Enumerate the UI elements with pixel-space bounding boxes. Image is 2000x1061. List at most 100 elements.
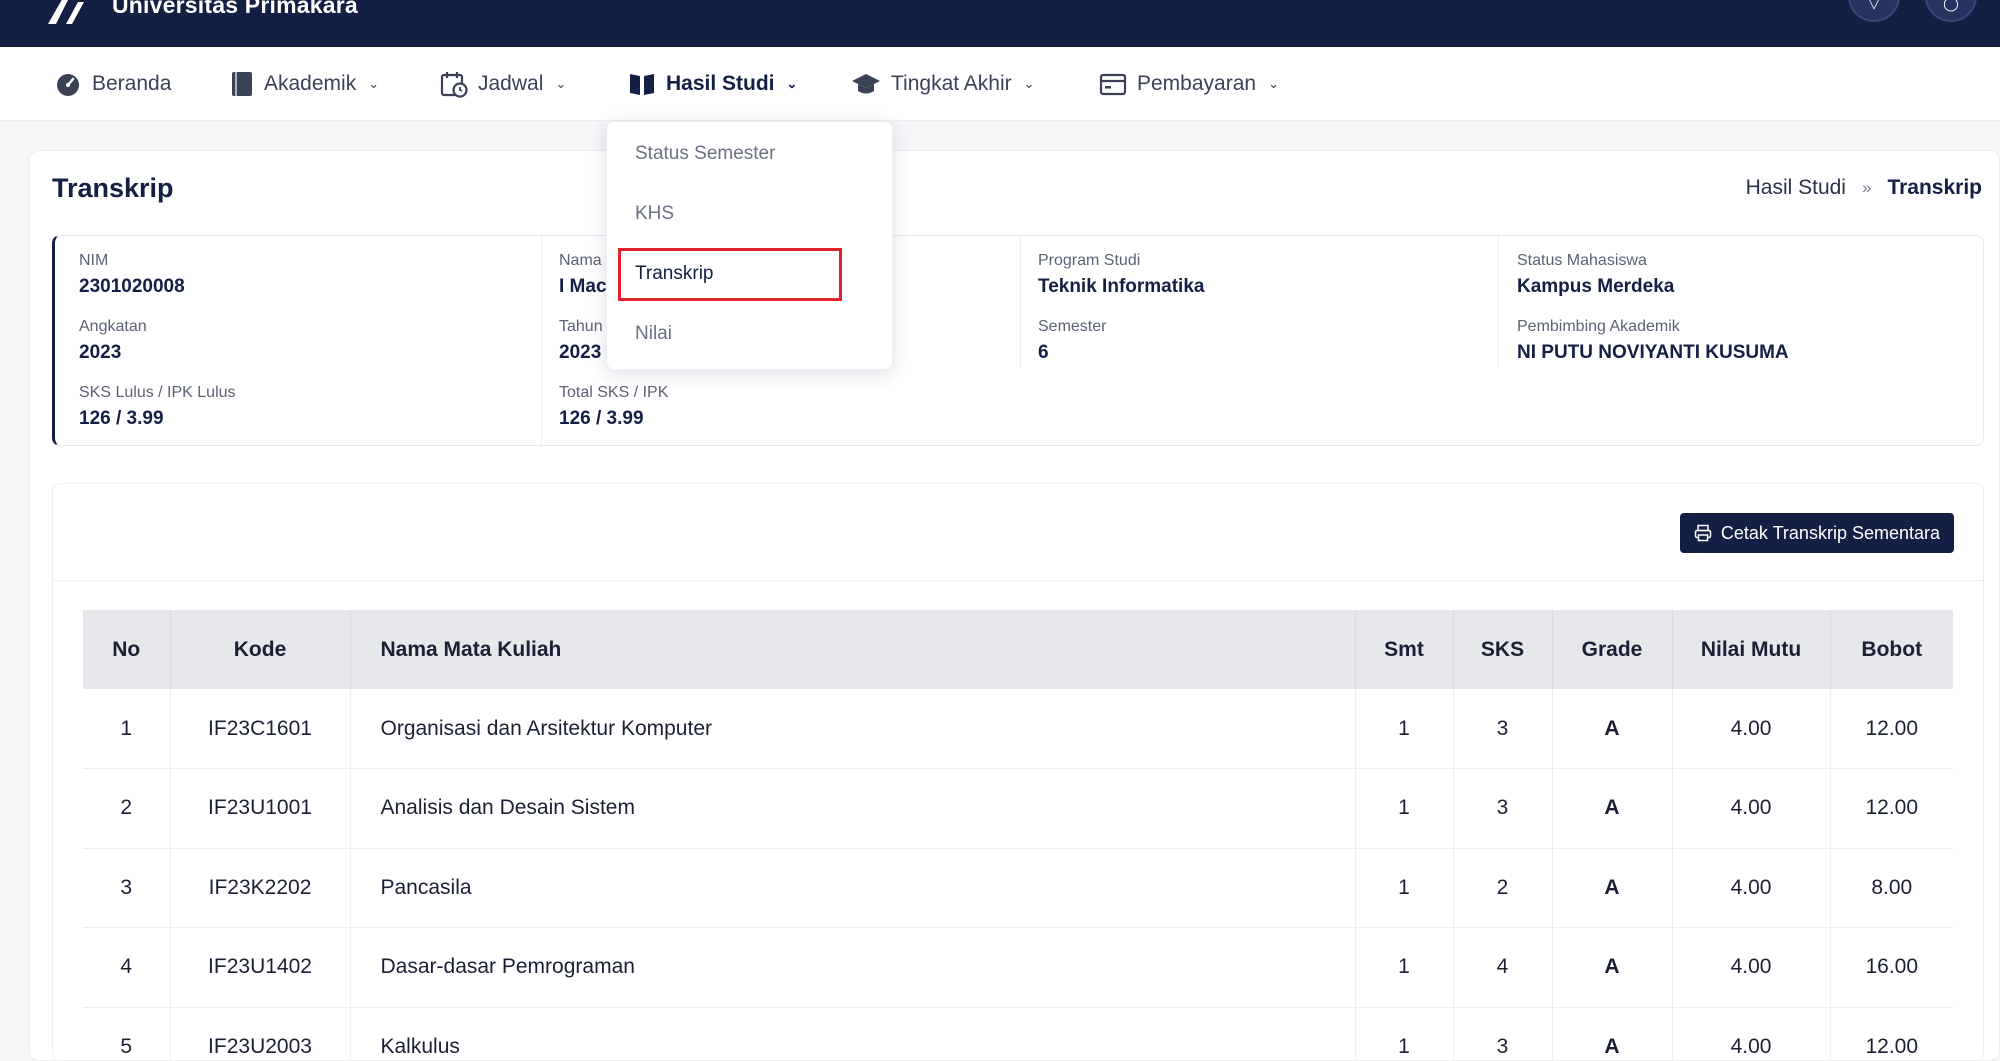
cell-nama: Dasar-dasar Pemrograman: [350, 927, 1356, 1008]
table-row: 1 IF23C1601 Organisasi dan Arsitektur Ko…: [83, 689, 1953, 769]
table-row: 3 IF23K2202 Pancasila 1 2 A 4.00 8.00: [83, 848, 1953, 928]
cell-sks: 2: [1453, 848, 1553, 928]
cell-bobot: 8.00: [1830, 848, 1953, 928]
nav-item-jadwal[interactable]: Jadwal ⌄: [440, 47, 566, 121]
cell-smt: 1: [1355, 768, 1454, 849]
dropdown-item-status-semester[interactable]: Status Semester: [635, 143, 775, 165]
nav-label: Beranda: [92, 72, 172, 95]
column-header-sks: SKS: [1453, 610, 1553, 689]
chevron-down-icon: ⌄: [786, 76, 798, 91]
nav-item-tingkat-akhir[interactable]: Tingkat Akhir ⌄: [851, 47, 1035, 121]
nav-label: Akademik: [264, 72, 357, 95]
cell-nama: Kalkulus: [350, 1007, 1356, 1061]
table-header-row: No Kode Nama Mata Kuliah Smt SKS Grade N…: [83, 610, 1953, 689]
cell-smt: 1: [1355, 927, 1454, 1008]
cell-grade: A: [1552, 1007, 1673, 1061]
cell-nilai-mutu: 4.00: [1672, 768, 1831, 849]
selection-highlight-box: [618, 248, 842, 301]
dropdown-item-khs[interactable]: KHS: [635, 203, 674, 225]
cell-kode: IF23U2003: [170, 1007, 351, 1061]
transcript-table: No Kode Nama Mata Kuliah Smt SKS Grade N…: [83, 610, 1953, 1061]
cell-grade: A: [1552, 927, 1673, 1008]
cell-kode: IF23U1001: [170, 768, 351, 849]
user-menu-button[interactable]: ◯: [1925, 0, 1977, 22]
cell-smt: 1: [1355, 848, 1454, 928]
cell-sks: 4: [1453, 927, 1553, 1008]
dashboard-icon: [57, 74, 79, 96]
user-icon: ◯: [1943, 0, 1959, 11]
nav-item-pembayaran[interactable]: Pembayaran ⌄: [1099, 47, 1279, 121]
field-status-mahasiswa: Status Mahasiswa Kampus Merdeka: [1517, 252, 1675, 297]
breadcrumb-separator-icon: »: [1861, 178, 1872, 197]
cell-sks: 3: [1453, 689, 1553, 769]
table-row: 2 IF23U1001 Analisis dan Desain Sistem 1…: [83, 768, 1953, 849]
graduation-cap-icon: [852, 74, 880, 94]
top-bar: Universitas Primakara ▽ ◯: [0, 0, 2000, 47]
column-header-kode: Kode: [170, 610, 351, 689]
wallet-icon: [1099, 73, 1127, 96]
cell-smt: 1: [1355, 1007, 1454, 1061]
cell-smt: 1: [1355, 689, 1454, 769]
column-header-nilai-mutu: Nilai Mutu: [1672, 610, 1831, 689]
field-nama: Nama I Mac: [559, 252, 607, 297]
dropdown-item-nilai[interactable]: Nilai: [635, 323, 672, 345]
book-icon: [232, 72, 252, 96]
cell-nama: Pancasila: [350, 848, 1356, 928]
cell-grade: A: [1552, 768, 1673, 849]
breadcrumb-parent[interactable]: Hasil Studi: [1746, 176, 1846, 200]
cell-no: 3: [83, 848, 171, 928]
nav-label: Hasil Studi: [666, 72, 775, 95]
university-logo-icon: [48, 0, 84, 24]
column-header-bobot: Bobot: [1830, 610, 1953, 689]
cell-sks: 3: [1453, 768, 1553, 849]
breadcrumb-current: Transkrip: [1887, 176, 1982, 199]
nav-label: Tingkat Akhir: [891, 72, 1012, 95]
cell-no: 1: [83, 689, 171, 769]
info-column: Program Studi Teknik Informatika Semeste…: [1020, 236, 1499, 368]
field-nim: NIM 2301020008: [79, 252, 185, 297]
chevron-down-icon: ⌄: [1268, 76, 1279, 91]
cell-kode: IF23K2202: [170, 848, 351, 928]
student-info: NIM 2301020008 Angkatan 2023 SKS Lulus /…: [52, 235, 1984, 447]
cell-bobot: 12.00: [1830, 689, 1953, 769]
bell-icon: ▽: [1868, 0, 1880, 11]
hasil-studi-dropdown: Status Semester KHS Transkrip Nilai: [606, 121, 893, 370]
cell-no: 2: [83, 768, 171, 849]
field-pembimbing: Pembimbing Akademik NI PUTU NOVIYANTI KU…: [1517, 318, 1789, 363]
info-column: Status Mahasiswa Kampus Merdeka Pembimbi…: [1498, 236, 1978, 368]
column-header-no: No: [83, 610, 171, 689]
cell-bobot: 16.00: [1830, 927, 1953, 1008]
field-total-sks: Total SKS / IPK 126 / 3.99: [559, 384, 669, 429]
print-transcript-button[interactable]: Cetak Transkrip Sementara: [1679, 513, 1954, 553]
breadcrumb: Hasil Studi » Transkrip: [1746, 176, 1982, 200]
cell-nama: Analisis dan Desain Sistem: [350, 768, 1356, 849]
column-header-smt: Smt: [1355, 610, 1454, 689]
field-angkatan: Angkatan 2023: [79, 318, 147, 363]
cell-nilai-mutu: 4.00: [1672, 927, 1831, 1008]
column-header-grade: Grade: [1552, 610, 1673, 689]
cell-kode: IF23C1601: [170, 689, 351, 769]
chevron-down-icon: ⌄: [555, 76, 567, 91]
nav-item-beranda[interactable]: Beranda: [54, 47, 171, 121]
cell-bobot: 12.00: [1830, 768, 1953, 849]
cell-nama: Organisasi dan Arsitektur Komputer: [350, 689, 1356, 769]
notification-button[interactable]: ▽: [1848, 0, 1900, 22]
cell-no: 4: [83, 927, 171, 1008]
open-book-icon: [630, 74, 654, 95]
cell-kode: IF23U1402: [170, 927, 351, 1008]
info-column: NIM 2301020008 Angkatan 2023 SKS Lulus /…: [79, 236, 539, 447]
nav-label: Pembayaran: [1137, 72, 1257, 95]
nav-item-akademik[interactable]: Akademik ⌄: [230, 47, 379, 121]
table-row: 5 IF23U2003 Kalkulus 1 3 A 4.00 12.00: [83, 1007, 1953, 1061]
cell-grade: A: [1552, 848, 1673, 928]
cell-sks: 3: [1453, 1007, 1553, 1061]
nav-item-hasil-studi[interactable]: Hasil Studi ⌄: [628, 47, 797, 121]
cell-grade: A: [1552, 689, 1673, 769]
cell-bobot: 12.00: [1830, 1007, 1953, 1061]
field-semester: Semester 6: [1038, 318, 1107, 363]
page-title: Transkrip: [52, 173, 174, 203]
cell-nilai-mutu: 4.00: [1672, 1007, 1831, 1061]
field-tahun: Tahun 2023: [559, 318, 603, 363]
cell-no: 5: [83, 1007, 171, 1061]
nav-label: Jadwal: [478, 72, 544, 95]
